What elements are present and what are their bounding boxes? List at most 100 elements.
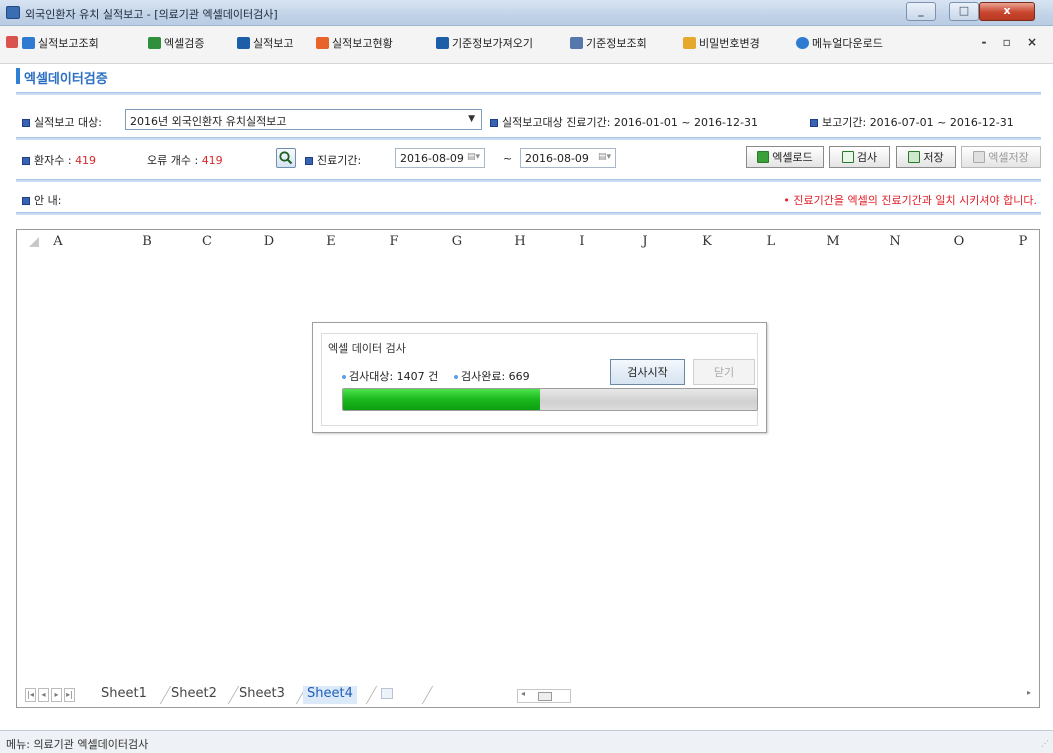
calendar-dropdown-icon[interactable]: ▤▾ [598,152,611,162]
save-icon [908,151,921,163]
menu-item-excel-verify[interactable]: 엑셀검증 [148,34,204,52]
first-sheet-icon[interactable]: |◂ [25,688,36,702]
search-button[interactable] [276,148,296,168]
status-text: 메뉴: 의료기관 엑셀데이터검사 [6,738,149,751]
column-header-i[interactable]: I [572,234,592,249]
menu-item-manual-download[interactable]: 메뉴얼다운로드 [796,34,883,52]
menu-bar: 실적보고조회 엑셀검증 실적보고 실적보고현황 기준정보가져오기 기준정보조회 … [0,26,1053,64]
close-window-button[interactable]: x [979,2,1035,21]
window-title: 외국인환자 유치 실적보고 - [의료기관 엑셀데이터검사] [25,8,278,21]
menu-item-label: 실적보고 [253,37,294,50]
menu-item-base-info-view[interactable]: 기준정보조회 [570,34,647,52]
column-header-e[interactable]: E [321,234,341,249]
report-view-icon [22,37,35,49]
errors-value: 419 [201,154,223,167]
dialog-groupbox: 엑셀 데이터 검사 검사대상: 1407 건 검사완료: 669 검사시작 닫기 [321,333,758,426]
spreadsheet-view[interactable]: A B C D E F G H I J K L M N O P |◂ ◂ ▸ ▸… [16,229,1040,708]
resize-grip-icon[interactable]: ⋰ [1041,739,1049,748]
dialog-title: 엑셀 데이터 검사 [326,340,408,356]
scroll-left-icon[interactable]: ◂ [521,689,525,698]
column-header-d[interactable]: D [259,234,279,249]
save-button[interactable]: 저장 [896,146,956,168]
column-header-c[interactable]: C [197,234,217,249]
dot-icon [454,375,458,379]
divider [16,179,1041,182]
column-header-f[interactable]: F [384,234,404,249]
menu-item-report[interactable]: 실적보고 [237,34,293,52]
excel-save-icon [973,151,986,163]
errors-count: 오류 개수 : 419 [147,154,223,167]
prev-sheet-icon[interactable]: ◂ [38,688,49,702]
sheet-tab-3[interactable]: Sheet3 [239,686,285,704]
sheet-tab-2[interactable]: Sheet2 [171,686,217,704]
sheet-tab-1[interactable]: Sheet1 [101,686,147,704]
check-target-count: 검사대상: 1407 건 [342,368,438,384]
report-period-value: 2016-07-01 ~ 2016-12-31 [869,116,1014,129]
close-dialog-button[interactable]: 닫기 [693,359,755,385]
excel-save-button[interactable]: 엑셀저장 [961,146,1041,168]
menu-item-label: 실적보고조회 [38,37,99,50]
excel-load-button[interactable]: 엑셀로드 [746,146,824,168]
menu-app-icon [6,36,18,48]
menu-item-report-status[interactable]: 실적보고현황 [316,34,393,52]
column-header-n[interactable]: N [885,234,905,249]
column-header-m[interactable]: M [823,234,843,249]
menu-item-label: 메뉴얼다운로드 [812,37,883,50]
minimize-button[interactable]: _ [906,2,936,21]
help-icon [796,37,809,49]
column-header-l[interactable]: L [761,234,781,249]
last-sheet-icon[interactable]: ▸| [64,688,75,702]
date-to-picker[interactable]: 2016-08-09 ▤▾ [520,148,616,168]
page-title-accent [16,68,20,84]
column-header-o[interactable]: O [949,234,969,249]
start-check-button[interactable]: 검사시작 [610,359,685,385]
maximize-button[interactable]: □ [949,2,979,21]
column-header-g[interactable]: G [447,234,467,249]
insert-sheet-icon[interactable] [381,688,393,699]
report-target-value: 2016년 외국인환자 유치실적보고 [130,115,287,128]
date-range-separator: ~ [503,152,513,165]
check-done-count: 검사완료: 669 [454,368,530,384]
status-bar: 메뉴: 의료기관 엑셀데이터검사 ⋰ [0,730,1053,753]
horizontal-scrollbar[interactable]: ◂ [517,689,571,703]
check-button[interactable]: 검사 [829,146,890,168]
column-header-h[interactable]: H [510,234,530,249]
minimize-icon: _ [918,4,924,17]
mdi-window-controls[interactable]: - ▫ × [981,35,1043,49]
calendar-dropdown-icon[interactable]: ▤▾ [467,152,480,162]
excel-verify-icon [148,37,161,49]
treat-period-info: 실적보고대상 진료기간: 2016-01-01 ~ 2016-12-31 [490,114,758,130]
column-header-p[interactable]: P [1013,234,1033,249]
column-header-b[interactable]: B [137,234,157,249]
check-label: 검사 [856,151,878,164]
menu-item-change-password[interactable]: 비밀번호변경 [683,34,760,52]
report-target-select[interactable]: 2016년 외국인환자 유치실적보고 ▼ [125,109,482,130]
menu-item-label: 엑셀검증 [164,37,205,50]
menu-item-report-view[interactable]: 실적보고조회 [22,34,99,52]
scroll-right-icon[interactable]: ▸ [1027,688,1031,697]
menu-item-label: 기준정보조회 [586,37,647,50]
select-all-corner[interactable] [29,237,39,247]
tab-separator [365,686,378,704]
next-sheet-icon[interactable]: ▸ [51,688,62,702]
checkbox-icon [841,151,854,163]
column-header-a[interactable]: A [48,234,68,249]
save-label: 저장 [923,151,944,164]
column-header-k[interactable]: K [697,234,717,249]
column-header-j[interactable]: J [635,234,655,249]
sheet-tab-4-active[interactable]: Sheet4 [303,686,357,704]
status-chart-icon [316,37,329,49]
excel-load-label: 엑셀로드 [772,151,813,164]
date-from-picker[interactable]: 2016-08-09 ▤▾ [395,148,485,168]
patients-value: 419 [75,154,97,167]
sheet-tab-bar: |◂ ◂ ▸ ▸| Sheet1 Sheet2 Sheet3 Sheet4 ◂ … [17,684,1039,706]
report-target-label: 실적보고 대상: [22,114,102,130]
tab-separator [421,686,434,704]
menu-item-fetch-base-info[interactable]: 기준정보가져오기 [436,34,533,52]
window-title-bar[interactable]: 외국인환자 유치 실적보고 - [의료기관 엑셀데이터검사] _ □ x [0,0,1053,26]
upload-arrow-icon [237,37,250,49]
column-header-row: A B C D E F G H I J K L M N O P [17,230,1039,254]
scrollbar-thumb[interactable] [538,692,552,701]
app-icon [6,6,20,19]
close-icon: x [1003,4,1011,17]
